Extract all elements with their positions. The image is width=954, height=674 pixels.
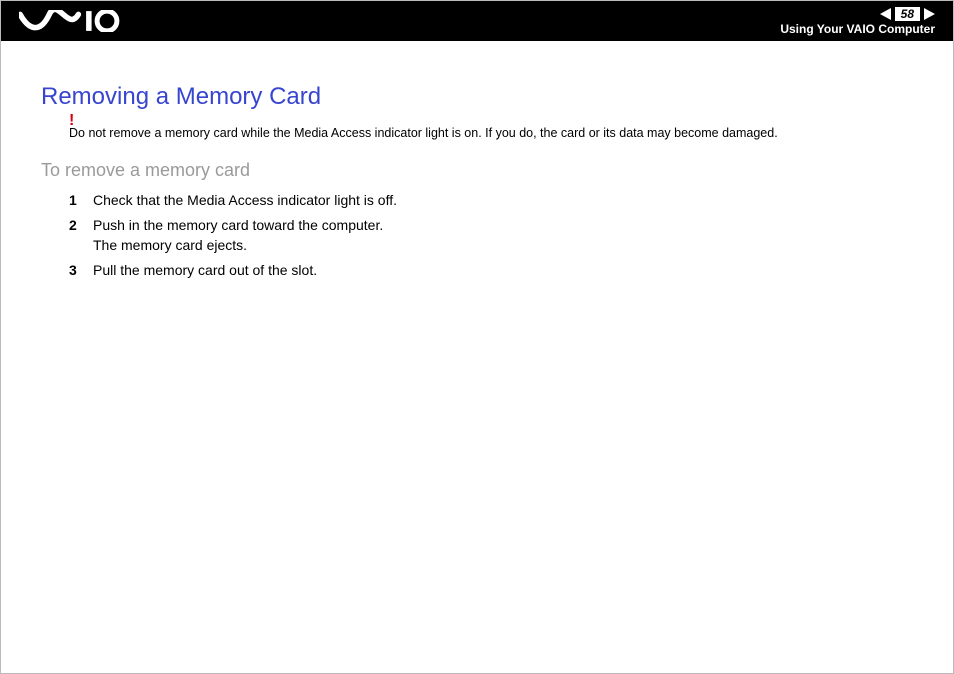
- header-right: 58 Using Your VAIO Computer: [780, 1, 935, 41]
- header-bar: 58 Using Your VAIO Computer: [1, 1, 953, 41]
- content-area: Removing a Memory Card ! Do not remove a…: [1, 41, 953, 281]
- section-link[interactable]: Using Your VAIO Computer: [780, 22, 935, 36]
- step-text: Pull the memory card out of the slot.: [93, 262, 317, 278]
- vaio-logo: [19, 1, 140, 41]
- page-title: Removing a Memory Card: [41, 83, 953, 111]
- document-page: 58 Using Your VAIO Computer Removing a M…: [0, 0, 954, 674]
- next-page-icon[interactable]: [924, 8, 935, 20]
- page-number: 58: [895, 7, 920, 21]
- vaio-logo-icon: [19, 10, 140, 32]
- page-nav: 58: [880, 7, 935, 21]
- prev-page-icon[interactable]: [880, 8, 891, 20]
- list-item: Check that the Media Access indicator li…: [69, 191, 953, 211]
- step-text: Push in the memory card toward the compu…: [93, 217, 383, 233]
- step-subtext: The memory card ejects.: [93, 236, 953, 256]
- step-text: Check that the Media Access indicator li…: [93, 192, 397, 208]
- subheading: To remove a memory card: [41, 160, 953, 181]
- warning-icon: !: [69, 111, 74, 131]
- list-item: Push in the memory card toward the compu…: [69, 216, 953, 255]
- warning-block: ! Do not remove a memory card while the …: [69, 125, 953, 142]
- warning-text: Do not remove a memory card while the Me…: [69, 126, 778, 140]
- list-item: Pull the memory card out of the slot.: [69, 261, 953, 281]
- steps-list: Check that the Media Access indicator li…: [69, 191, 953, 281]
